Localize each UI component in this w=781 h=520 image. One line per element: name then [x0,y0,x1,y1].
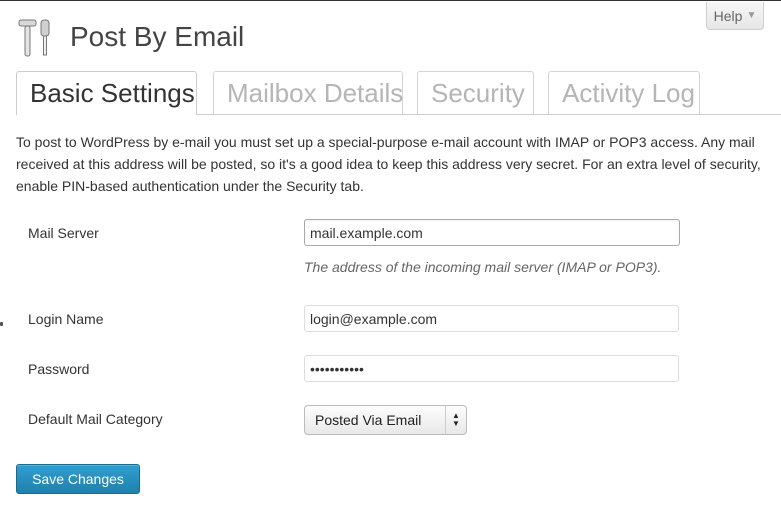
top-border [0,0,781,1]
tools-icon [18,19,50,57]
chevron-down-icon: ▼ [746,10,757,21]
stray-mark [0,322,3,326]
tab-mailbox-details[interactable]: Mailbox Details [213,71,403,114]
page-title: Post By Email [70,21,245,52]
intro-text: To post to WordPress by e-mail you must … [16,134,761,194]
tab-activity-log[interactable]: Activity Log [548,71,700,114]
default-category-label: Default Mail Category [28,411,163,427]
default-category-value: Posted Via Email [315,412,422,428]
tab-basic-settings[interactable]: Basic Settings [16,71,197,115]
help-label: Help [713,7,743,24]
up-down-arrows-icon: ▲ ▼ [445,406,466,434]
password-input[interactable] [304,355,679,382]
mail-server-input[interactable] [304,219,680,246]
mail-server-description: The address of the incoming mail server … [304,259,662,275]
login-name-input[interactable] [304,305,679,332]
mail-server-label: Mail Server [28,225,99,241]
save-changes-button[interactable]: Save Changes [16,464,140,494]
help-button[interactable]: Help ▼ [706,2,764,30]
default-category-select[interactable]: Posted Via Email ▲ ▼ [304,405,467,435]
password-label: Password [28,361,90,377]
tab-security[interactable]: Security [417,71,534,114]
login-name-label: Login Name [28,311,104,327]
